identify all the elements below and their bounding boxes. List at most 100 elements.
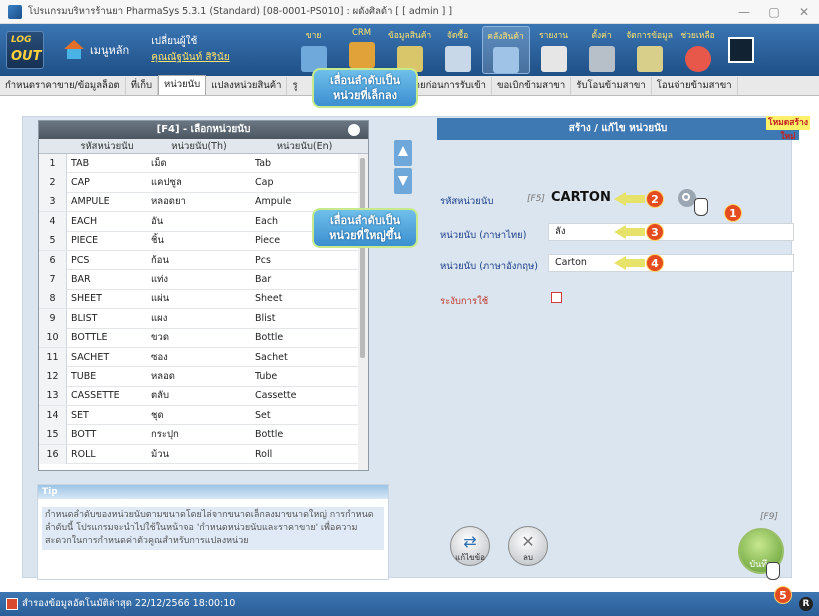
unit-code-cell: BLIST <box>71 312 98 324</box>
scrollbar-thumb[interactable] <box>360 158 365 358</box>
unit-list-title: [F4] - เลือกหน่วยนับ <box>156 124 251 135</box>
toolbar-crm-button[interactable]: CRM <box>338 26 386 74</box>
save-f9-hint: [F9] <box>760 512 778 522</box>
table-row[interactable]: 16 ROLL ม้วน Roll <box>39 444 368 465</box>
unit-table-scrollbar[interactable] <box>358 154 368 470</box>
table-row[interactable]: 2 CAP แคปซูล Cap <box>39 173 368 193</box>
table-row[interactable]: 15 BOTT กระปุก Bottle <box>39 425 368 445</box>
col-en[interactable]: หน่วยนับ(En) <box>251 139 358 153</box>
unit-en-cell: Set <box>255 409 271 421</box>
row-number: 8 <box>39 289 67 309</box>
logout-label-top: LOG <box>11 35 32 45</box>
table-row[interactable]: 7 BAR แท่ง Bar <box>39 270 368 290</box>
tab-units[interactable]: หน่วยนับ <box>158 75 207 95</box>
unit-en-cell: Tube <box>255 371 278 382</box>
unit-th-cell: ซอง <box>151 351 168 363</box>
move-smaller-button[interactable] <box>394 140 412 166</box>
table-row[interactable]: 9 BLIST แผง Blist <box>39 308 368 329</box>
unit-th-cell: แท่ง <box>151 274 169 286</box>
unit-th-cell: เม็ด <box>151 157 167 169</box>
unit-th-cell: แผง <box>151 312 168 324</box>
tab-unit-conversion[interactable]: แปลงหน่วยสินค้า <box>206 77 288 95</box>
unit-code-cell: PCS <box>71 254 90 266</box>
unit-en-cell: Bar <box>255 274 272 286</box>
table-row[interactable]: 12 TUBE หลอด Tube <box>39 367 368 387</box>
row-number: 15 <box>39 425 67 445</box>
col-code[interactable]: รหัสหน่วยนับ <box>67 139 147 153</box>
maximize-button[interactable]: ▢ <box>759 5 789 19</box>
move-larger-button[interactable] <box>394 168 412 194</box>
tab-branch-transfer[interactable]: โอนจ่ายข้ามสาขา <box>652 77 738 95</box>
app-logo-icon <box>8 4 22 19</box>
toolbar-report-button[interactable]: รายงาน <box>530 26 578 74</box>
inventory-icon <box>492 47 519 73</box>
table-row[interactable]: 11 SACHET ซอง Sachet <box>39 347 368 368</box>
step-arrow-2 <box>614 192 646 206</box>
toolbar-data-button[interactable]: จัดการข้อมูล <box>626 26 674 74</box>
clear-icon: ⇄ <box>463 532 477 551</box>
row-number: 4 <box>39 211 67 231</box>
unit-code-cell: SHEET <box>71 293 102 305</box>
user-name-link[interactable]: คุณณัฐนันท์ สิรินัย <box>151 50 229 66</box>
table-row[interactable]: 14 SET ชุด Set <box>39 405 368 426</box>
code-f5-hint: [F5] <box>527 194 545 204</box>
row-number: 10 <box>39 328 67 348</box>
callout-smaller-line2: หน่วยที่เล็กลง <box>333 89 397 102</box>
row-number: 7 <box>39 270 67 290</box>
minimize-button[interactable]: — <box>729 5 759 19</box>
toolbar-purchase-button[interactable]: จัดซื้อ <box>434 26 482 74</box>
unit-code-field[interactable]: CARTON <box>551 190 611 205</box>
toolbar-products-button[interactable]: ข้อมูลสินค้า <box>386 26 434 74</box>
logout-button[interactable]: LOG OUT <box>6 31 44 69</box>
toolbar-settings-button[interactable]: ตั้งค่า <box>578 26 626 74</box>
thai-name-input[interactable]: ลัง <box>548 223 794 241</box>
table-row[interactable]: 1 TAB เม็ด Tab <box>39 153 368 174</box>
pointer-hand-icon <box>694 198 708 216</box>
exit-button[interactable] <box>727 37 754 63</box>
unit-table-body: 1 TAB เม็ด Tab 2 CAP แคปซูล Cap 3 AMPULE หลอดยา Amp… <box>39 153 368 465</box>
toolbar-sell-label: ขาย <box>305 31 322 41</box>
suspend-checkbox[interactable] <box>551 292 562 303</box>
table-row[interactable]: 6 PCS ก้อน Pcs <box>39 250 368 271</box>
unit-th-cell: หลอด <box>151 371 175 382</box>
table-row[interactable]: 13 CASSETTE ตลับ Cassette <box>39 386 368 407</box>
unit-th-cell: แผ่น <box>151 293 170 305</box>
close-button[interactable]: ✕ <box>789 5 819 19</box>
tools-icon <box>588 46 615 72</box>
unit-th-cell: ก้อน <box>151 254 169 266</box>
main-menu-label: เมนูหลัก <box>90 44 130 57</box>
tab-branch-request[interactable]: ขอเบิกข้ามสาขา <box>492 77 572 95</box>
data-manage-icon <box>636 46 663 72</box>
english-name-input[interactable]: Carton <box>548 254 794 272</box>
delete-label: ลบ <box>523 553 533 562</box>
toolbar-crm-label: CRM <box>351 28 372 38</box>
status-bar: สำรองข้อมูลอัตโนมัติล่าสุด 22/12/2566 18… <box>0 592 819 616</box>
crm-icon <box>348 42 375 68</box>
panel-options-icon[interactable] <box>348 124 360 136</box>
row-number: 1 <box>39 153 67 173</box>
unit-code-cell: SET <box>71 409 89 421</box>
step-badge-2: 2 <box>646 190 664 208</box>
unit-th-cell: กระปุก <box>151 429 179 441</box>
change-user-link[interactable]: เปลี่ยนผู้ใช้ <box>151 34 229 50</box>
table-row[interactable]: 10 BOTTLE ขวด Bottle <box>39 328 368 348</box>
toolbar-sell-button[interactable]: ขาย <box>290 26 338 74</box>
toolbar-purchase-label: จัดซื้อ <box>446 31 469 41</box>
toolbar-inventory-button[interactable]: คลังสินค้า <box>481 26 530 74</box>
row-number: 6 <box>39 250 67 270</box>
table-row[interactable]: 8 SHEET แผ่น Sheet <box>39 289 368 310</box>
tab-storage[interactable]: ที่เก็บ <box>126 77 159 95</box>
unit-table-header: รหัสหน่วยนับ หน่วยนับ(Th) หน่วยนับ(En) <box>39 139 368 154</box>
window-title: โปรแกรมบริหารร้านยา PharmaSys 5.3.1 (Sta… <box>28 6 453 17</box>
callout-smaller: เลื่อนลำดับเป็น หน่วยที่เล็กลง <box>312 68 418 108</box>
tab-branch-receive[interactable]: รับโอนข้ามสาขา <box>571 77 652 95</box>
unit-list-header: [F4] - เลือกหน่วยนับ <box>39 121 368 139</box>
main-menu-button[interactable]: เมนูหลัก <box>62 40 129 60</box>
toolbar-help-button[interactable]: ช่วยเหลือ <box>674 26 722 74</box>
delete-button[interactable]: ✕ ลบ <box>508 526 548 566</box>
col-th[interactable]: หน่วยนับ(Th) <box>147 139 251 153</box>
step-badge-5: 5 <box>774 586 792 604</box>
row-number: 9 <box>39 308 67 328</box>
tab-pricing[interactable]: กำหนดราคาขาย/ข้อมูลล็อต <box>0 77 126 95</box>
clear-button[interactable]: ⇄ แก้ไขข้อ <box>450 526 490 566</box>
